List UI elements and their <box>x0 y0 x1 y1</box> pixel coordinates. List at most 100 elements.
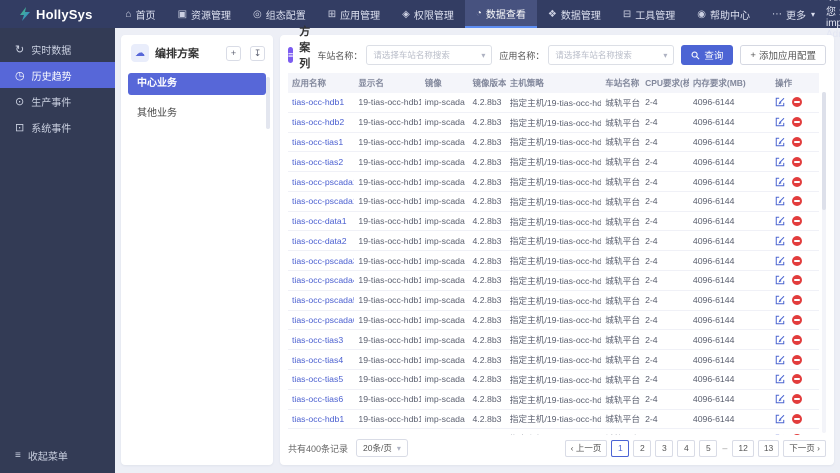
filter-select-app[interactable]: 请选择车站名称搜索 ▾ <box>548 45 675 65</box>
search-button-label: 查询 <box>704 51 724 62</box>
add-plan-button[interactable]: + <box>226 45 241 61</box>
disable-button[interactable] <box>792 156 803 167</box>
edit-button[interactable] <box>775 414 785 424</box>
app-name-link[interactable]: tias-occ-tias6 <box>292 394 343 404</box>
page-button-13[interactable]: 13 <box>757 439 780 457</box>
app-name-link[interactable]: tias-occ-tias2 <box>292 157 343 167</box>
nav-item-data-view[interactable]: ◔ 数据查看 <box>464 0 537 28</box>
app-name-link[interactable]: tias-occ-data2 <box>292 236 347 246</box>
cell-host-policy: 指定主机/19-tias-occ-hdb1 <box>505 428 602 435</box>
edit-button[interactable] <box>775 97 785 107</box>
app-name-link[interactable]: tias-occ-pscada6 <box>292 315 354 325</box>
nav-item-home[interactable]: ⌂ 首页 <box>115 0 167 28</box>
disable-button[interactable] <box>792 394 803 405</box>
page-size-select[interactable]: 20条/页 ▾ <box>356 439 408 457</box>
app-name-link[interactable]: tias-occ-data1 <box>292 216 347 226</box>
edit-button[interactable] <box>775 295 785 305</box>
disable-button[interactable] <box>792 413 803 424</box>
disable-button[interactable] <box>792 136 803 147</box>
disable-button[interactable] <box>792 235 803 246</box>
edit-button[interactable] <box>775 117 785 127</box>
app-name-link[interactable]: tias-occ-tias3 <box>292 335 343 345</box>
table-row: tias-occ-pscada1 19-tias-occ-hdb1 imp-scad… <box>288 191 819 212</box>
app-name-link[interactable]: tias-occ-hdb2 <box>292 117 344 127</box>
disable-button[interactable] <box>792 374 803 385</box>
table-scrollbar[interactable] <box>822 92 826 433</box>
disable-button[interactable] <box>792 314 803 325</box>
cell-host-policy: 指定主机/19-tias-occ-hdb1 <box>505 290 602 311</box>
cell-image-version: 4.2.8b3 <box>468 132 506 153</box>
disable-button[interactable] <box>792 255 803 266</box>
next-page-button[interactable]: 下一页 › <box>783 439 826 457</box>
disable-button[interactable] <box>792 295 803 306</box>
disable-button[interactable] <box>792 216 803 227</box>
disable-button[interactable] <box>792 176 803 187</box>
nav-item-tools[interactable]: ⊟ 工具管理 <box>612 0 686 28</box>
sidebar-item-production-events[interactable]: ⊙ 生产事件 <box>0 88 115 114</box>
edit-button[interactable] <box>775 355 785 365</box>
edit-button[interactable] <box>775 256 785 266</box>
disable-button[interactable] <box>792 433 803 435</box>
cell-image: imp-scada <box>420 329 469 351</box>
add-app-config-button[interactable]: + 添加应用配置 <box>740 45 826 65</box>
edit-button[interactable] <box>775 315 785 325</box>
nav-item-resource[interactable]: ▣ 资源管理 <box>167 0 242 28</box>
app-name-link[interactable]: tias-occ-tias4 <box>292 355 343 365</box>
nav-item-data-manage[interactable]: ❖ 数据管理 <box>537 0 612 28</box>
app-name-link[interactable]: tias-occ-hdb1 <box>292 97 344 107</box>
plan-scrollbar[interactable] <box>266 77 270 129</box>
edit-button[interactable] <box>775 216 785 226</box>
app-name-link[interactable]: tias-occ-hdb1 <box>292 434 344 435</box>
cell-station: 城轨平台 <box>601 409 642 430</box>
app-name-link[interactable]: tias-occ-tias5 <box>292 374 343 384</box>
edit-button[interactable] <box>775 374 785 384</box>
app-name-link[interactable]: tias-occ-pscada1 <box>292 196 354 206</box>
edit-button[interactable] <box>775 335 785 345</box>
disable-button[interactable] <box>792 196 803 207</box>
import-plan-button[interactable]: ↧ <box>250 45 265 61</box>
disable-button[interactable] <box>792 275 803 286</box>
page-button-5[interactable]: 5 <box>699 439 718 457</box>
nav-item-help[interactable]: ◉ 帮助中心 <box>686 0 761 28</box>
edit-button[interactable] <box>775 394 785 404</box>
search-button[interactable]: 查询 <box>681 45 734 65</box>
edit-button[interactable] <box>775 137 785 147</box>
disable-button[interactable] <box>792 97 803 108</box>
edit-button[interactable] <box>775 177 785 187</box>
filter-select-station[interactable]: 请选择车站名称搜索 ▾ <box>366 45 493 65</box>
edit-button[interactable] <box>775 196 785 206</box>
prev-page-button[interactable]: ‹ 上一页 <box>564 439 608 457</box>
edit-button[interactable] <box>775 157 785 167</box>
cell-image-version: 4.2.8b3 <box>468 230 506 252</box>
cell-display-name: 19-tias-occ-hdb1 <box>354 132 421 153</box>
table-scrollbar-thumb[interactable] <box>822 92 826 210</box>
app-name-link[interactable]: tias-occ-hdb1 <box>292 414 344 424</box>
page-button-2[interactable]: 2 <box>633 439 652 457</box>
page-button-3[interactable]: 3 <box>655 439 674 457</box>
nav-item-more[interactable]: ⋯ 更多 ▾ <box>761 0 826 28</box>
disable-button[interactable] <box>792 334 803 345</box>
app-name-link[interactable]: tias-occ-pscada5 <box>292 295 354 305</box>
plan-item-other-business[interactable]: 其他业务 <box>128 103 266 125</box>
sidebar-item-realtime-data[interactable]: ↻ 实时数据 <box>0 36 115 62</box>
edit-icon <box>775 216 785 226</box>
nav-item-permission[interactable]: ◈ 权限管理 <box>391 0 465 28</box>
disable-button[interactable] <box>792 117 803 128</box>
collapse-menu-button[interactable]: ≡ 收起菜单 <box>15 448 68 463</box>
nav-item-apps[interactable]: ⊞ 应用管理 <box>317 0 391 28</box>
edit-button[interactable] <box>775 275 785 285</box>
page-button-1[interactable]: 1 <box>611 439 630 457</box>
app-name-link[interactable]: tias-occ-pscada4 <box>292 275 354 285</box>
app-name-link[interactable]: tias-occ-pscada3 <box>292 256 354 266</box>
page-button-4[interactable]: 4 <box>677 439 696 457</box>
app-name-link[interactable]: tias-occ-pscada1 <box>292 177 354 187</box>
plan-item-center-business[interactable]: 中心业务 <box>128 73 266 95</box>
edit-button[interactable] <box>775 236 785 246</box>
edit-button[interactable] <box>775 434 785 435</box>
sidebar-item-system-events[interactable]: ⊡ 系统事件 <box>0 114 115 140</box>
disable-button[interactable] <box>792 354 803 365</box>
app-name-link[interactable]: tias-occ-tias1 <box>292 137 343 147</box>
sidebar-item-history-trend[interactable]: ◷ 历史趋势 <box>0 62 115 88</box>
page-button-12[interactable]: 12 <box>732 439 754 457</box>
edit-icon <box>775 236 785 246</box>
